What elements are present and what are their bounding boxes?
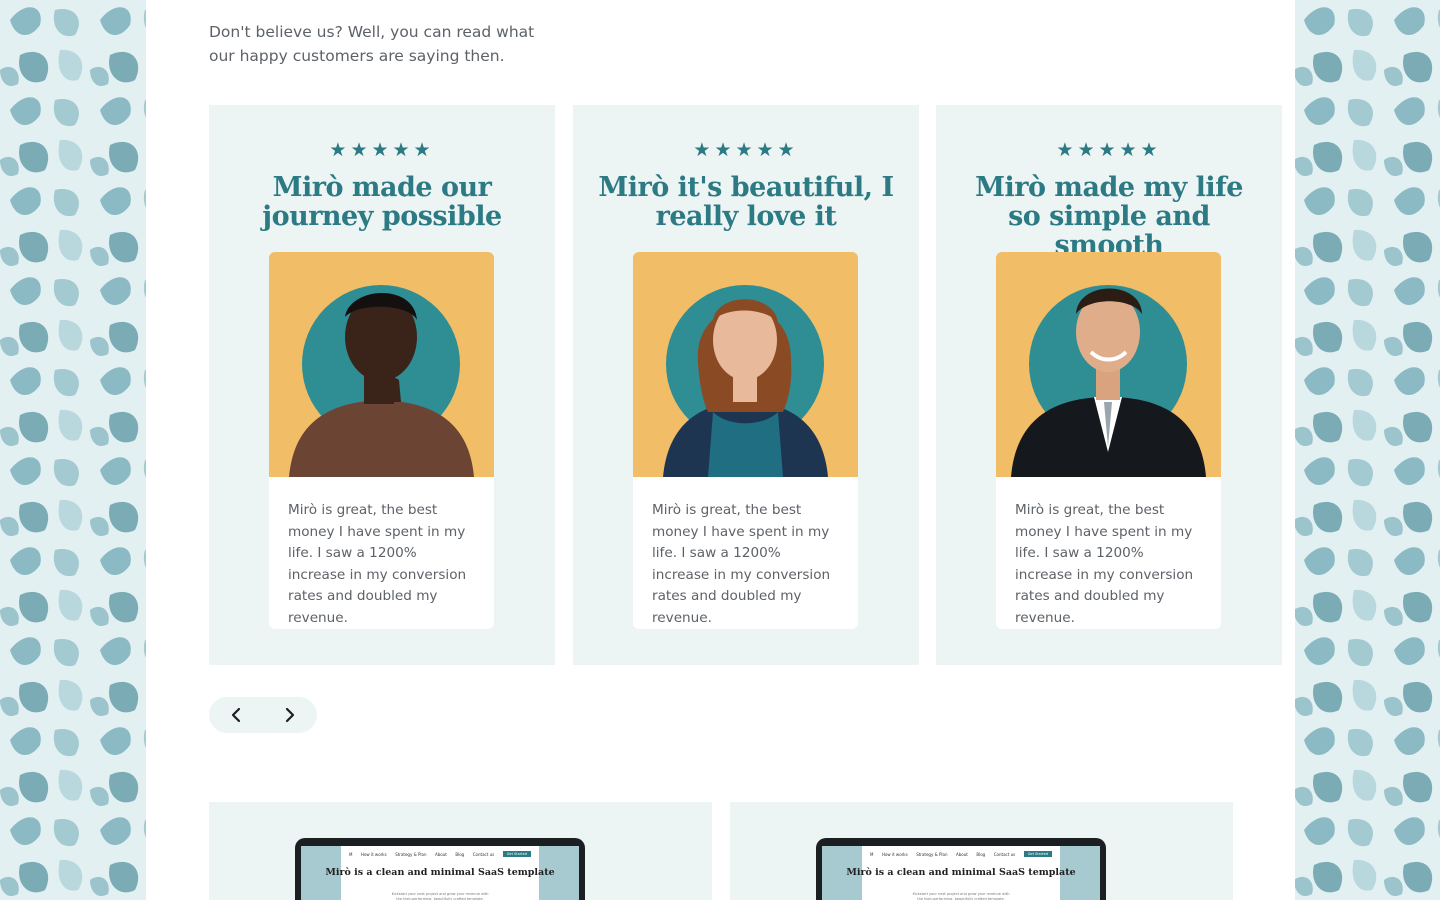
laptop-mockup: M How it works Strategy & Plan About Blo… [816,838,1106,900]
customer-photo [269,252,494,477]
mini-cta-button: Get Started [502,851,531,857]
mini-navbar: M How it works Strategy & Plan About Blo… [349,850,531,858]
testimonial-headline: Mirò made my life so simple and smooth [975,172,1243,261]
person-illustration [289,285,474,477]
page-content: Don't believe us? Well, you can read wha… [146,0,1295,900]
mini-logo: M [870,851,874,857]
testimonial-card: ★★★★★ Mirò it's beautiful, I really love… [573,105,919,665]
mini-nav-item: Contact us [993,851,1016,857]
mini-nav-item: About [956,851,968,857]
person-illustration [663,285,828,477]
mini-hero-title: Mirò is a clean and minimal SaaS templat… [325,867,555,878]
mini-nav-item: How it works [360,851,387,857]
leaf-pattern-right [1294,0,1440,900]
laptop-mockup: M How it works Strategy & Plan About Blo… [295,838,585,900]
carousel-prev-button[interactable] [209,697,263,733]
mini-nav-item: Blog [976,851,986,857]
mini-navbar: M How it works Strategy & Plan About Blo… [870,850,1052,858]
mini-hero-subtitle: Kickstart your next project and grow you… [912,892,1010,900]
laptop-screen: M How it works Strategy & Plan About Blo… [301,846,579,900]
mini-nav-item: Contact us [472,851,495,857]
mini-hero-subtitle: Kickstart your next project and grow you… [391,892,489,900]
mini-nav-item: Blog [455,851,465,857]
star-rating: ★★★★★ [693,139,799,161]
testimonial-card: ★★★★★ Mirò made my life so simple and sm… [936,105,1282,665]
template-preview-card[interactable]: M How it works Strategy & Plan About Blo… [209,802,712,900]
testimonial-card: ★★★★★ Mirò made our journey possible Mir… [209,105,555,665]
mini-hero-title: Mirò is a clean and minimal SaaS templat… [846,867,1076,878]
leaf-pattern-left [0,0,146,900]
testimonial-headline: Mirò made our journey possible [262,172,502,232]
star-rating: ★★★★★ [1056,139,1162,161]
laptop-screen: M How it works Strategy & Plan About Blo… [822,846,1100,900]
mini-logo: M [349,851,353,857]
testimonial-quote: Mirò is great, the best money I have spe… [996,477,1221,629]
star-rating: ★★★★★ [329,139,435,161]
testimonial-carousel: ★★★★★ Mirò made our journey possible Mir… [209,105,1282,665]
mini-nav-item: Strategy & Plan [916,851,948,857]
mini-nav-item: About [435,851,447,857]
chevron-left-icon [231,707,241,723]
mini-cta-button: Get Started [1023,851,1052,857]
carousel-controls [209,697,317,733]
person-illustration [1011,285,1206,477]
mini-nav-item: How it works [881,851,908,857]
testimonials-intro: Don't believe us? Well, you can read wha… [209,23,535,65]
testimonial-headline: Mirò it's beautiful, I really love it [598,172,894,232]
leaf-pattern-svg [1294,0,1440,900]
customer-photo [633,252,858,477]
leaf-pattern-svg [0,0,146,900]
carousel-next-button[interactable] [263,697,317,733]
customer-photo [996,252,1221,477]
template-preview-card[interactable]: M How it works Strategy & Plan About Blo… [730,802,1233,900]
testimonial-quote: Mirò is great, the best money I have spe… [633,477,858,629]
chevron-right-icon [285,707,295,723]
testimonial-quote: Mirò is great, the best money I have spe… [269,477,494,629]
mini-nav-item: Strategy & Plan [395,851,427,857]
